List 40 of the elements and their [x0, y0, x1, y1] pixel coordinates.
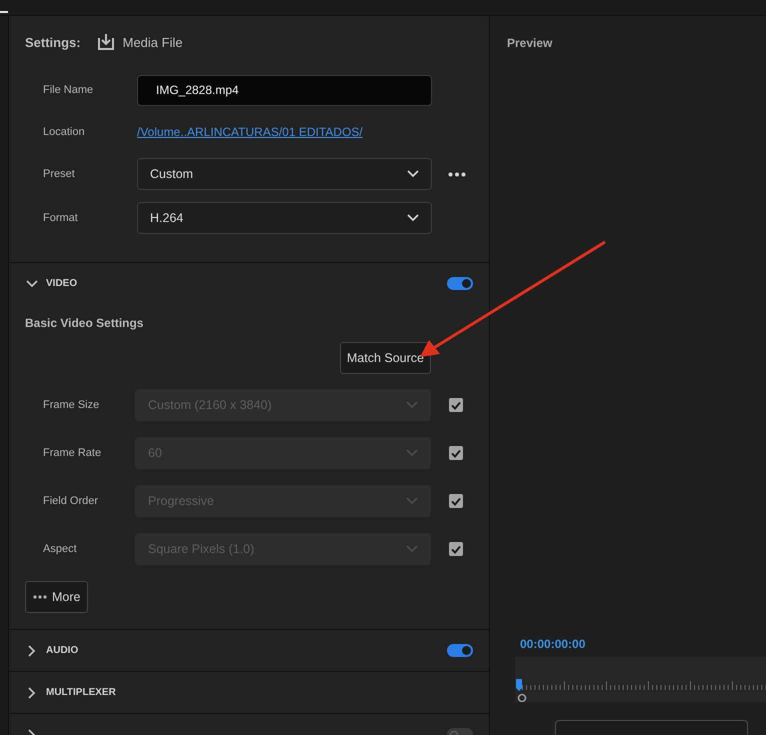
export-target: Media File [122, 34, 183, 50]
playhead-marker[interactable] [516, 679, 522, 691]
setting-label: Frame Rate [43, 447, 102, 459]
download-icon [96, 33, 115, 51]
section-title: VIDEO [46, 278, 78, 289]
field-label: Format [43, 212, 79, 224]
dropdown[interactable]: Custom [137, 158, 432, 190]
chevron-right-icon[interactable] [26, 644, 38, 656]
panel-title: Preview [506, 35, 554, 50]
setting-label: Frame Size [43, 399, 100, 411]
field-label: File Name [43, 84, 94, 96]
section-title: AUDIO [46, 645, 80, 656]
section-title: MULTIPLEXER [46, 687, 117, 698]
in-point-handle[interactable] [518, 694, 526, 702]
chevron-down-icon [406, 449, 418, 457]
more-button[interactable]: More [25, 581, 88, 613]
field-label: Preset [43, 168, 76, 180]
chevron-down-icon [406, 545, 418, 553]
toggle-switch[interactable] [447, 277, 473, 290]
file-name-field[interactable]: IMG_2828.mp4 [137, 74, 432, 106]
chevron-right-icon[interactable] [26, 686, 38, 698]
timeline-ruler[interactable] [515, 657, 766, 702]
chevron-down-icon [406, 497, 418, 505]
more-options-icon[interactable] [448, 172, 466, 176]
settings-label: Settings: [25, 34, 81, 50]
toggle-switch[interactable] [447, 644, 473, 657]
location-link[interactable]: /Volume..ARLINCATURAS/01 EDITADOS/ [137, 125, 363, 139]
chevron-down-icon [407, 170, 419, 178]
chevron-down-icon[interactable] [26, 278, 38, 290]
timecode: 00:00:00:00 [519, 637, 586, 651]
subsection-heading: Basic Video Settings [24, 315, 144, 332]
chevron-down-icon [407, 214, 419, 222]
chevron-down-icon [406, 401, 418, 409]
tab-indicator [0, 11, 8, 13]
field-label: Location [43, 126, 86, 138]
ellipsis-icon [33, 595, 47, 599]
dropdown[interactable]: H.264 [137, 202, 432, 234]
setting-label: Aspect [43, 543, 78, 555]
match-source-button[interactable]: Match Source [340, 342, 431, 374]
setting-label: Field Order [43, 495, 100, 507]
